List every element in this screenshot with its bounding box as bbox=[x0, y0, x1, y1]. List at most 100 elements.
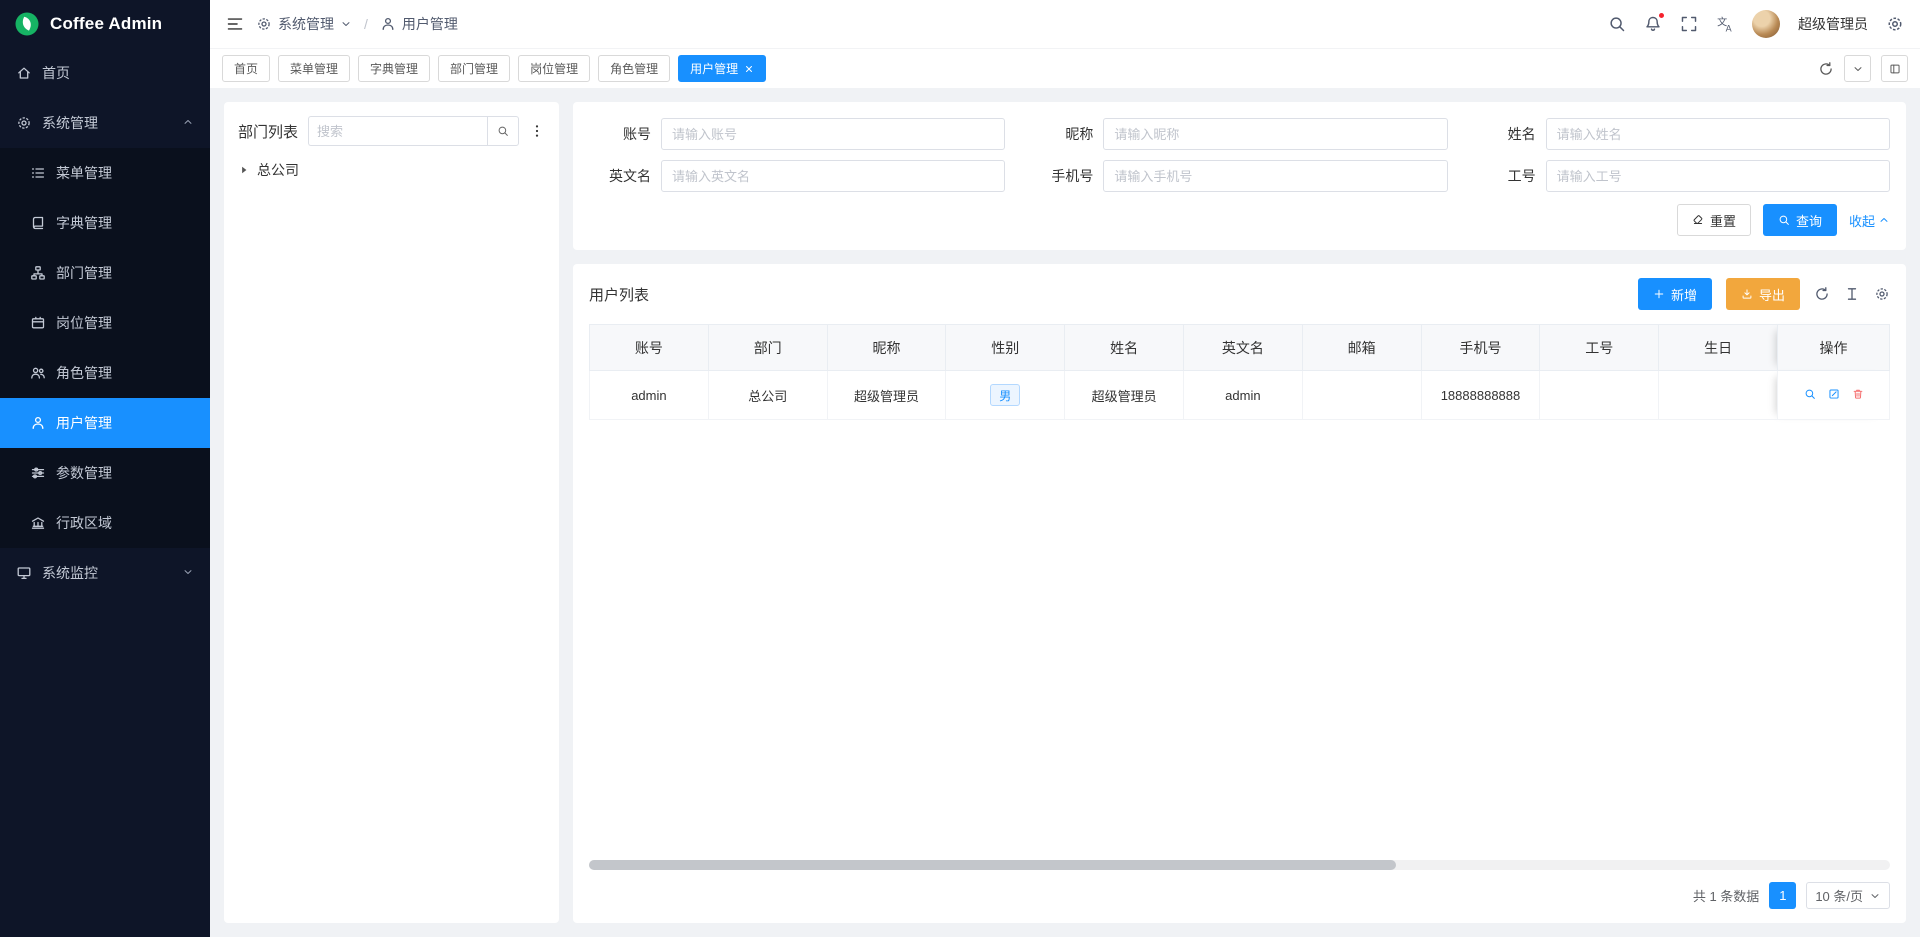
caret-right-icon[interactable] bbox=[238, 164, 250, 176]
sidebar-item-label: 系统管理 bbox=[42, 113, 98, 133]
department-search-button[interactable] bbox=[487, 116, 519, 146]
cell-en-name: admin bbox=[1183, 371, 1302, 420]
pagination-total: 共 1 条数据 bbox=[1693, 886, 1759, 905]
tree-node-label: 总公司 bbox=[257, 160, 299, 180]
cell-nickname: 超级管理员 bbox=[827, 371, 946, 420]
person-icon bbox=[30, 415, 46, 431]
tab-role-mgmt[interactable]: 角色管理 bbox=[598, 55, 670, 82]
tab-list-dropdown[interactable] bbox=[1844, 55, 1871, 82]
en-name-input[interactable] bbox=[661, 160, 1005, 192]
user-avatar[interactable] bbox=[1752, 10, 1780, 38]
export-button-label: 导出 bbox=[1759, 285, 1785, 304]
sidebar-item-dict-mgmt[interactable]: 字典管理 bbox=[0, 198, 210, 248]
close-icon[interactable] bbox=[744, 64, 754, 74]
view-row-icon[interactable] bbox=[1804, 388, 1816, 400]
delete-row-icon[interactable] bbox=[1852, 388, 1864, 400]
chevron-down-icon bbox=[1852, 63, 1864, 75]
department-more-icon[interactable] bbox=[529, 123, 545, 139]
breadcrumb-level2[interactable]: 用户管理 bbox=[380, 14, 458, 34]
cell-account: admin bbox=[590, 371, 709, 420]
tab-home[interactable]: 首页 bbox=[222, 55, 270, 82]
filter-card: 账号 昵称 姓名 英文名 bbox=[573, 102, 1906, 250]
translate-icon[interactable]: 文A bbox=[1716, 15, 1734, 33]
tab-user-mgmt[interactable]: 用户管理 bbox=[678, 55, 766, 82]
chevron-down-icon bbox=[182, 565, 194, 581]
header-actions: 文A 超级管理员 bbox=[1608, 10, 1904, 38]
gear-icon bbox=[16, 115, 32, 131]
table-toolbar: 新增 导出 bbox=[1638, 278, 1890, 310]
search-icon bbox=[1778, 214, 1790, 226]
sidebar-item-label: 部门管理 bbox=[56, 263, 112, 283]
cell-phone: 18888888888 bbox=[1421, 371, 1540, 420]
phone-input[interactable] bbox=[1103, 160, 1447, 192]
account-input[interactable] bbox=[661, 118, 1005, 150]
sidebar-item-menu-mgmt[interactable]: 菜单管理 bbox=[0, 148, 210, 198]
add-user-button[interactable]: 新增 bbox=[1638, 278, 1712, 310]
sidebar-group-monitor[interactable]: 系统监控 bbox=[0, 548, 210, 598]
tab-dict-mgmt[interactable]: 字典管理 bbox=[358, 55, 430, 82]
app-title: Coffee Admin bbox=[50, 14, 162, 34]
app-logo[interactable]: Coffee Admin bbox=[0, 0, 210, 48]
download-icon bbox=[1741, 288, 1753, 300]
column-settings-gear-icon[interactable] bbox=[1874, 286, 1890, 302]
breadcrumb-label: 系统管理 bbox=[278, 14, 334, 34]
sidebar-group-system[interactable]: 系统管理 bbox=[0, 98, 210, 148]
sidebar-item-label: 用户管理 bbox=[56, 413, 112, 433]
sidebar-item-dept-mgmt[interactable]: 部门管理 bbox=[0, 248, 210, 298]
sidebar-item-user-mgmt[interactable]: 用户管理 bbox=[0, 398, 210, 448]
user-list-header: 用户列表 新增 导出 bbox=[589, 278, 1890, 310]
refresh-icon[interactable] bbox=[1818, 61, 1834, 77]
breadcrumb-level1[interactable]: 系统管理 bbox=[256, 14, 352, 34]
refresh-table-icon[interactable] bbox=[1814, 286, 1830, 302]
tab-dept-mgmt[interactable]: 部门管理 bbox=[438, 55, 510, 82]
chevron-up-icon bbox=[1878, 214, 1890, 226]
sidebar-item-region-mgmt[interactable]: 行政区域 bbox=[0, 498, 210, 548]
field-label: 英文名 bbox=[589, 166, 651, 186]
layout-panel-icon[interactable] bbox=[1881, 55, 1908, 82]
edit-row-icon[interactable] bbox=[1828, 388, 1840, 400]
col-header-dept: 部门 bbox=[708, 325, 827, 371]
menu-fold-icon[interactable] bbox=[226, 15, 244, 33]
collapse-label: 收起 bbox=[1849, 211, 1875, 230]
sliders-icon bbox=[30, 465, 46, 481]
settings-gear-icon[interactable] bbox=[1886, 15, 1904, 33]
collapse-filter-link[interactable]: 收起 bbox=[1849, 211, 1890, 230]
cell-birthday bbox=[1659, 371, 1778, 420]
nickname-input[interactable] bbox=[1103, 118, 1447, 150]
sidebar-item-home[interactable]: 首页 bbox=[0, 48, 210, 98]
department-search-input[interactable] bbox=[308, 116, 487, 146]
search-icon[interactable] bbox=[1608, 15, 1626, 33]
tab-post-mgmt[interactable]: 岗位管理 bbox=[518, 55, 590, 82]
scrollbar-thumb[interactable] bbox=[589, 860, 1396, 870]
query-button[interactable]: 查询 bbox=[1763, 204, 1837, 236]
search-icon bbox=[497, 125, 509, 137]
list-icon bbox=[30, 165, 46, 181]
sidebar-item-param-mgmt[interactable]: 参数管理 bbox=[0, 448, 210, 498]
horizontal-scrollbar[interactable] bbox=[589, 860, 1890, 870]
export-button[interactable]: 导出 bbox=[1726, 278, 1800, 310]
filter-field-job-no: 工号 bbox=[1474, 160, 1890, 192]
job-no-input[interactable] bbox=[1546, 160, 1890, 192]
name-input[interactable] bbox=[1546, 118, 1890, 150]
sidebar-item-role-mgmt[interactable]: 角色管理 bbox=[0, 348, 210, 398]
reset-button[interactable]: 重置 bbox=[1677, 204, 1751, 236]
tree-node-root[interactable]: 总公司 bbox=[238, 160, 545, 180]
col-header-account: 账号 bbox=[590, 325, 709, 371]
svg-text:A: A bbox=[1726, 23, 1732, 33]
breadcrumb-label: 用户管理 bbox=[402, 14, 458, 34]
filter-field-nickname: 昵称 bbox=[1031, 118, 1447, 150]
pagination-page-1[interactable]: 1 bbox=[1769, 882, 1796, 909]
fullscreen-icon[interactable] bbox=[1680, 15, 1698, 33]
page-size-select[interactable]: 10 条/页 bbox=[1806, 882, 1890, 909]
row-height-icon[interactable] bbox=[1844, 286, 1860, 302]
notification-bell-icon[interactable] bbox=[1644, 15, 1662, 33]
sidebar-item-post-mgmt[interactable]: 岗位管理 bbox=[0, 298, 210, 348]
field-label: 昵称 bbox=[1031, 124, 1093, 144]
tab-menu-mgmt[interactable]: 菜单管理 bbox=[278, 55, 350, 82]
gender-tag: 男 bbox=[990, 384, 1020, 406]
cell-job-no bbox=[1540, 371, 1659, 420]
department-tree: 总公司 bbox=[238, 160, 545, 909]
department-panel-title: 部门列表 bbox=[238, 121, 298, 142]
field-label: 工号 bbox=[1474, 166, 1536, 186]
page-content: 部门列表 总公 bbox=[210, 88, 1920, 937]
